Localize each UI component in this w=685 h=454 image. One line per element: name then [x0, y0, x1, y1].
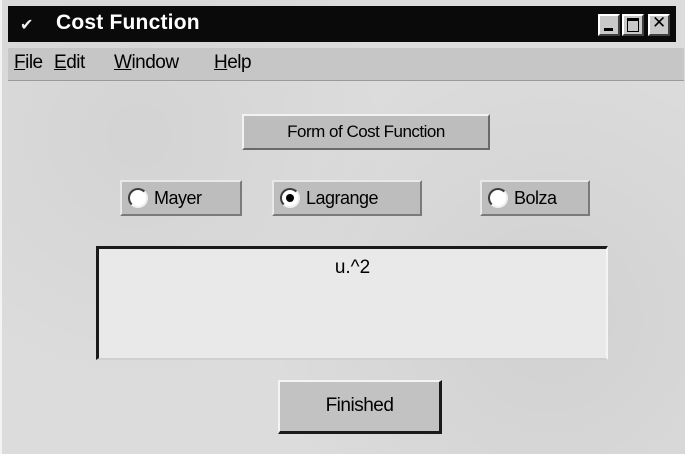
form-of-cost-function-label: Form of Cost Function — [242, 114, 490, 150]
close-icon: ✕ — [652, 13, 667, 33]
radio-mayer-indicator[interactable] — [128, 188, 148, 208]
menu-bar: File Edit Window Help — [8, 48, 684, 81]
menu-window[interactable]: Window — [114, 52, 179, 74]
checkmark-icon: ✔ — [20, 15, 34, 34]
close-button[interactable]: ✕ — [648, 13, 670, 36]
menu-file[interactable]: File — [14, 52, 43, 74]
title-bar[interactable]: ✔ Cost Function ✕ — [8, 6, 676, 42]
radio-mayer[interactable]: Mayer — [120, 180, 242, 216]
menu-edit[interactable]: Edit — [54, 52, 85, 74]
radio-bolza-label: Bolza — [514, 188, 557, 208]
radio-lagrange-label: Lagrange — [306, 188, 379, 208]
radio-bolza[interactable]: Bolza — [480, 180, 590, 216]
cost-function-window: ✔ Cost Function ✕ File Edit Window Help … — [0, 0, 685, 454]
window-title: Cost Function — [56, 11, 200, 34]
radio-lagrange[interactable]: Lagrange — [272, 180, 422, 216]
maximize-button[interactable] — [622, 14, 644, 36]
finished-button[interactable]: Finished — [278, 380, 442, 434]
minimize-button[interactable] — [598, 14, 620, 36]
radio-lagrange-indicator[interactable] — [280, 188, 300, 208]
cost-expression-field[interactable]: u.^2 — [96, 246, 608, 360]
menu-help[interactable]: Help — [214, 52, 252, 74]
radio-mayer-label: Mayer — [154, 188, 202, 208]
radio-bolza-indicator[interactable] — [488, 188, 508, 208]
